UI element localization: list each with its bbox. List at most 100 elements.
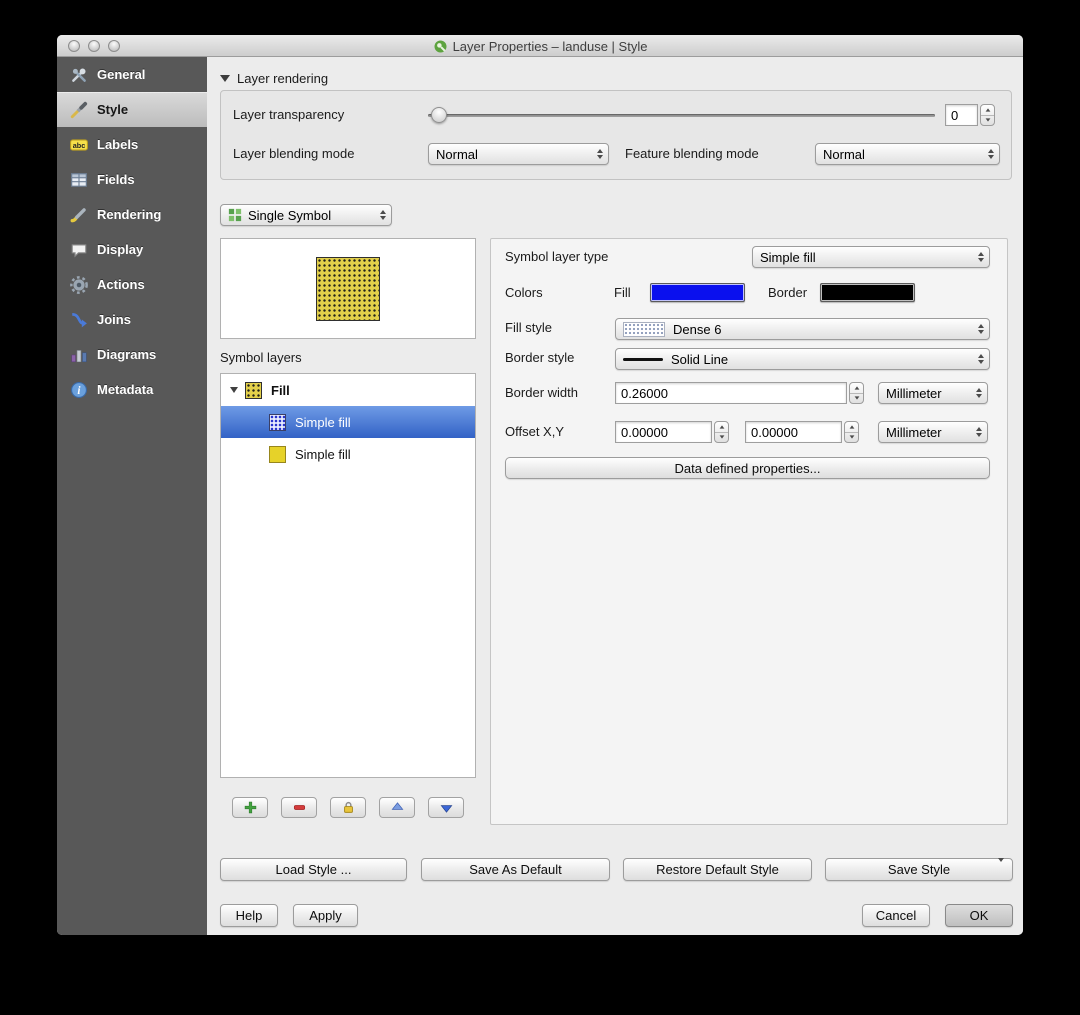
save-style-button[interactable]: Save Style: [825, 858, 1013, 881]
border-style-select[interactable]: Solid Line: [615, 348, 990, 370]
restore-default-style-button[interactable]: Restore Default Style: [623, 858, 812, 881]
help-button[interactable]: Help: [220, 904, 278, 927]
border-width-input[interactable]: 0.26000: [615, 382, 847, 404]
fill-color-label: Fill: [614, 285, 631, 300]
border-width-stepper: [849, 382, 864, 404]
offset-y-input[interactable]: 0.00000: [745, 421, 842, 443]
save-as-default-button[interactable]: Save As Default: [421, 858, 610, 881]
offset-unit-select[interactable]: Millimeter: [878, 421, 988, 443]
layer-rendering-groupbox: [220, 90, 1012, 180]
symbol-layer-type-select[interactable]: Simple fill: [752, 246, 990, 268]
symbol-preview-swatch: [316, 256, 380, 321]
sidebar-item-metadata[interactable]: i Metadata: [57, 372, 207, 407]
arrow-up-icon: [391, 802, 403, 810]
feature-blending-value: Normal: [823, 146, 865, 162]
stepper-up-button[interactable]: [845, 422, 858, 432]
popup-arrows-icon: [380, 210, 386, 220]
sidebar-item-actions[interactable]: Actions: [57, 267, 207, 302]
stepper-down-button[interactable]: [715, 431, 728, 443]
window-title: Layer Properties – landuse | Style: [452, 38, 648, 54]
fill-symbol-swatch: [245, 381, 262, 399]
tree-expand-icon[interactable]: [230, 387, 238, 393]
offset-x-input[interactable]: 0.00000: [615, 421, 712, 443]
sidebar-item-fields[interactable]: Fields: [57, 162, 207, 197]
border-width-unit-select[interactable]: Millimeter: [878, 382, 988, 404]
restore-default-style-label: Restore Default Style: [656, 862, 779, 877]
move-layer-up-button[interactable]: [379, 797, 415, 818]
stepper-up-button[interactable]: [981, 105, 994, 115]
collapse-triangle-icon[interactable]: [220, 75, 230, 82]
tree-row-fill[interactable]: Fill: [221, 374, 475, 406]
tree-row-simple-fill-1[interactable]: Simple fill: [221, 406, 475, 438]
ok-button[interactable]: OK: [945, 904, 1013, 927]
renderer-value: Single Symbol: [248, 207, 332, 223]
fill-style-select[interactable]: Dense 6: [615, 318, 990, 340]
layer-rendering-header[interactable]: Layer rendering: [220, 71, 328, 86]
sidebar-item-joins[interactable]: Joins: [57, 302, 207, 337]
symbol-layer-type-value: Simple fill: [760, 249, 816, 265]
border-width-spinbox: 0.26000: [615, 382, 864, 404]
cancel-label: Cancel: [875, 908, 917, 923]
sidebar-item-diagrams[interactable]: Diagrams: [57, 337, 207, 372]
sidebar-item-general[interactable]: General: [57, 57, 207, 92]
stepper-up-button[interactable]: [850, 383, 863, 393]
sidebar-item-label: Fields: [97, 172, 135, 187]
fill-pattern-chip: [623, 321, 665, 337]
sidebar-item-label: Rendering: [97, 207, 162, 222]
load-style-button[interactable]: Load Style ...: [220, 858, 407, 881]
lock-symbol-layer-button[interactable]: [330, 797, 366, 818]
stepper-down-button[interactable]: [845, 431, 858, 443]
sidebar-item-display[interactable]: Display: [57, 232, 207, 267]
layer-transparency-slider[interactable]: [428, 107, 935, 123]
ok-label: OK: [969, 908, 989, 923]
popup-arrows-icon: [976, 388, 982, 398]
border-style-value: Solid Line: [671, 351, 729, 367]
border-color-well[interactable]: [820, 283, 915, 302]
remove-symbol-layer-button[interactable]: [281, 797, 317, 818]
slider-thumb[interactable]: [431, 107, 447, 123]
stepper-up-button[interactable]: [715, 422, 728, 432]
layer-transparency-value[interactable]: 0: [945, 104, 978, 126]
data-defined-properties-label: Data defined properties...: [674, 460, 821, 476]
sidebar-item-rendering[interactable]: Rendering: [57, 197, 207, 232]
plus-icon: [244, 801, 256, 814]
save-as-default-label: Save As Default: [469, 862, 562, 877]
save-style-menu-arrow-icon[interactable]: [998, 858, 1004, 877]
gear-icon: [70, 275, 88, 294]
renderer-select[interactable]: Single Symbol: [220, 204, 392, 226]
layer-blending-select[interactable]: Normal: [428, 143, 609, 165]
rendering-brush-icon: [70, 206, 88, 224]
titlebar[interactable]: Layer Properties – landuse | Style: [57, 35, 1023, 57]
popup-arrows-icon: [988, 149, 994, 159]
arrow-down-icon: [440, 805, 452, 813]
sidebar-item-style[interactable]: Style: [57, 92, 207, 127]
symbol-preview-box: [220, 238, 476, 339]
sidebar-item-label: Display: [97, 242, 144, 257]
apply-button[interactable]: Apply: [293, 904, 358, 927]
cancel-button[interactable]: Cancel: [862, 904, 930, 927]
speech-bubble-icon: [70, 241, 88, 259]
lock-icon: [343, 801, 353, 813]
join-arrow-icon: [70, 311, 88, 329]
tree-row-simple-fill-2[interactable]: Simple fill: [221, 438, 475, 470]
title-wrap: Layer Properties – landuse | Style: [57, 35, 1023, 57]
popup-arrows-icon: [976, 427, 982, 437]
stepper-down-button[interactable]: [981, 114, 994, 126]
qgis-app-icon: [434, 40, 447, 52]
fill-style-value: Dense 6: [673, 321, 722, 337]
tree-row-label: Fill: [271, 382, 290, 398]
simple-fill-swatch-yellow: [269, 445, 286, 463]
sidebar-item-label: Metadata: [97, 382, 154, 397]
feature-blending-select[interactable]: Normal: [815, 143, 1000, 165]
offset-y-stepper: [844, 421, 859, 443]
slider-track[interactable]: [428, 114, 935, 117]
colors-label: Colors: [505, 285, 543, 300]
move-layer-down-button[interactable]: [428, 797, 464, 818]
sidebar-item-label: Style: [97, 102, 129, 117]
sidebar: General Style abc Labels Fields Renderin…: [57, 57, 207, 935]
sidebar-item-labels[interactable]: abc Labels: [57, 127, 207, 162]
add-symbol-layer-button[interactable]: [232, 797, 268, 818]
stepper-down-button[interactable]: [850, 392, 863, 404]
fill-color-well[interactable]: [650, 283, 745, 302]
data-defined-properties-button[interactable]: Data defined properties...: [505, 457, 990, 479]
